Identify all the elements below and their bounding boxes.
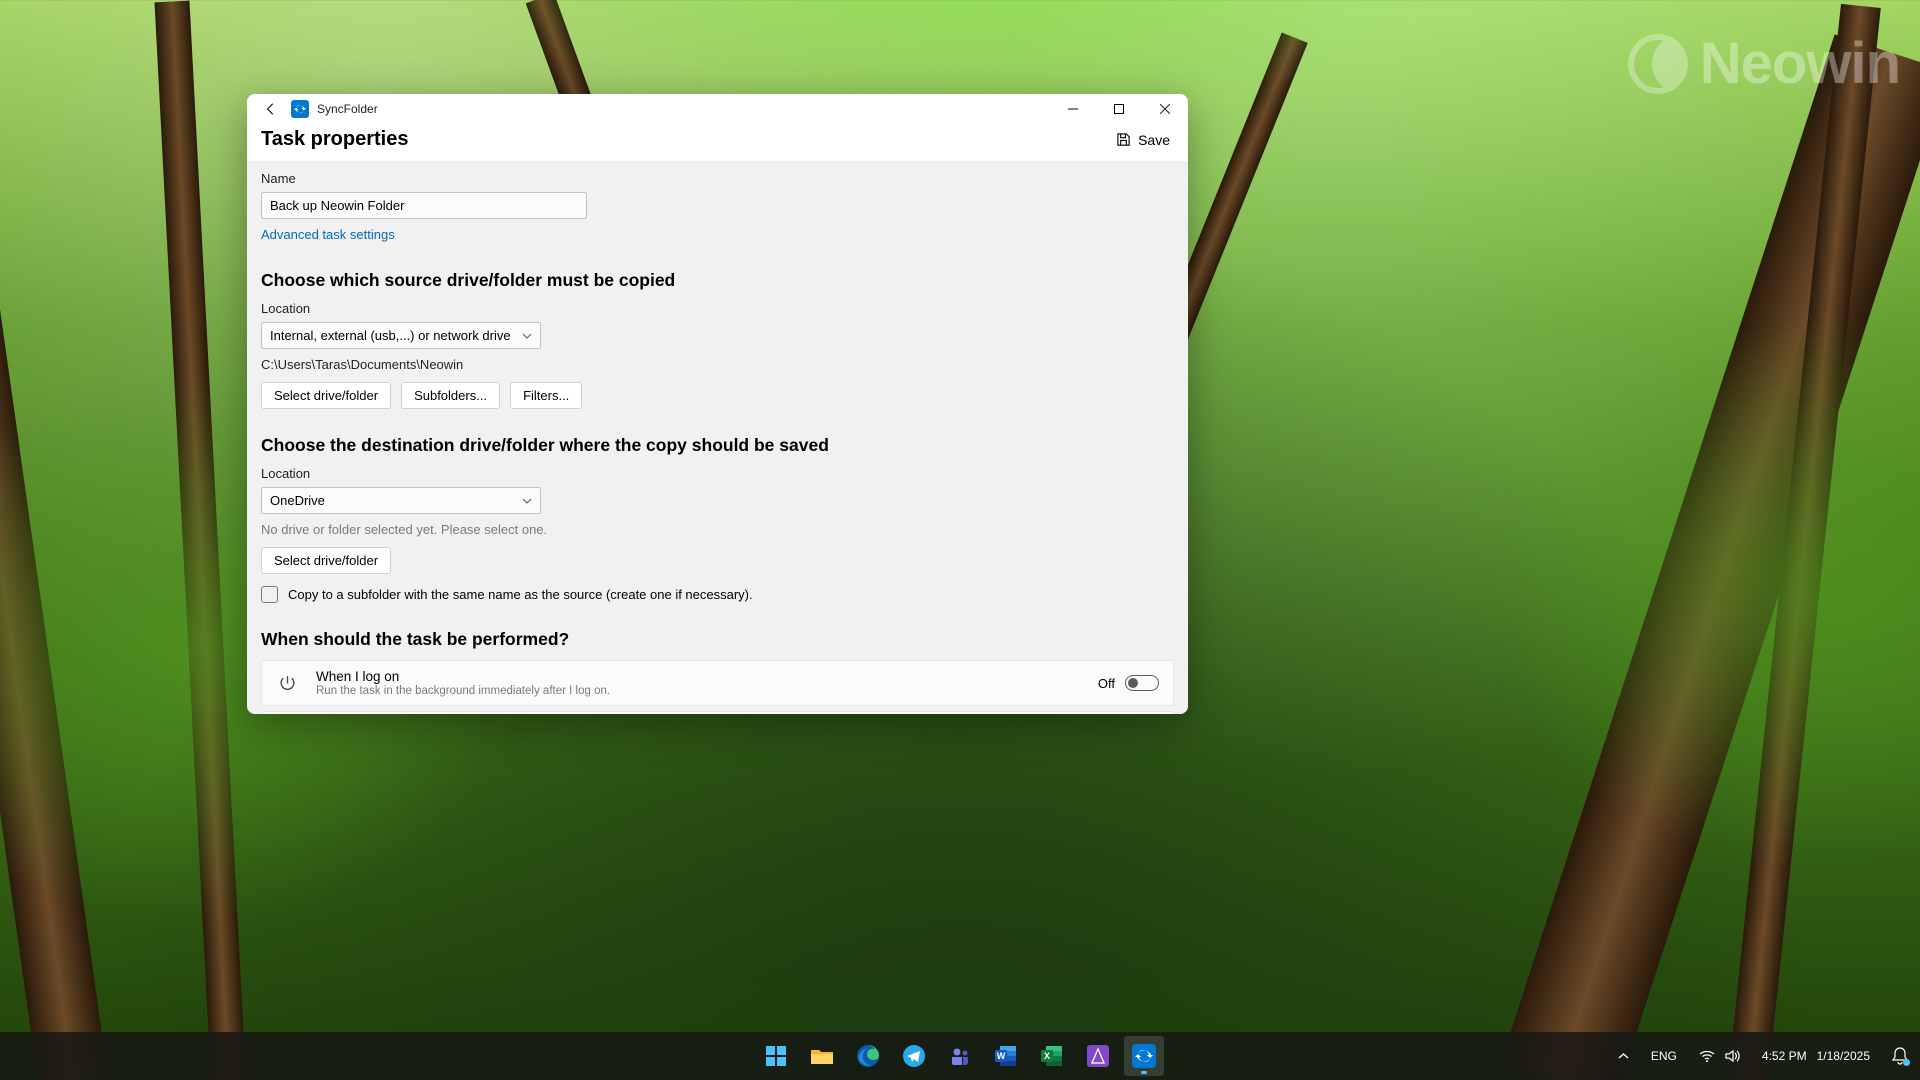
destination-heading: Choose the destination drive/folder wher… bbox=[261, 435, 1174, 456]
file-explorer-icon[interactable] bbox=[802, 1036, 842, 1076]
save-icon bbox=[1116, 132, 1131, 147]
app-icon bbox=[291, 100, 309, 118]
trigger-logon: When I log on Run the task in the backgr… bbox=[261, 660, 1174, 706]
titlebar: SyncFolder bbox=[247, 94, 1188, 124]
trigger-title: When I log on bbox=[316, 669, 1080, 684]
tray-overflow[interactable] bbox=[1614, 1051, 1633, 1062]
minimize-button[interactable] bbox=[1050, 94, 1096, 124]
select-source-folder-button[interactable]: Select drive/folder bbox=[261, 382, 391, 409]
page-title: Task properties bbox=[261, 128, 408, 151]
destination-location-label: Location bbox=[261, 466, 1174, 481]
svg-text:W: W bbox=[997, 1051, 1006, 1061]
filters-button[interactable]: Filters... bbox=[510, 382, 582, 409]
syncfolder-taskbar-icon[interactable] bbox=[1124, 1036, 1164, 1076]
telegram-icon[interactable] bbox=[894, 1036, 934, 1076]
copy-subfolder-label: Copy to a subfolder with the same name a… bbox=[288, 587, 753, 602]
system-tray[interactable] bbox=[1695, 1049, 1744, 1063]
subfolders-button[interactable]: Subfolders... bbox=[401, 382, 500, 409]
trigger-time: At a certain time Run the task automatic… bbox=[261, 711, 1174, 714]
destination-hint: No drive or folder selected yet. Please … bbox=[261, 522, 1174, 537]
destination-location-select[interactable]: OneDrive bbox=[261, 487, 541, 514]
start-button[interactable] bbox=[756, 1036, 796, 1076]
advanced-settings-link[interactable]: Advanced task settings bbox=[261, 227, 395, 242]
maximize-button[interactable] bbox=[1096, 94, 1142, 124]
chevron-down-icon bbox=[522, 331, 532, 341]
clock[interactable]: 4:52 PM 1/18/2025 bbox=[1758, 1049, 1874, 1063]
taskbar: W X ENG 4:52 PM 1/18/2025 bbox=[0, 1032, 1920, 1080]
language-indicator[interactable]: ENG bbox=[1647, 1049, 1681, 1063]
svg-text:X: X bbox=[1044, 1051, 1050, 1061]
affinity-icon[interactable] bbox=[1078, 1036, 1118, 1076]
source-path: C:\Users\Taras\Documents\Neowin bbox=[261, 357, 1174, 372]
app-window: SyncFolder Task properties Save Name Adv… bbox=[247, 94, 1188, 714]
source-location-select[interactable]: Internal, external (usb,...) or network … bbox=[261, 322, 541, 349]
task-name-input[interactable] bbox=[261, 192, 587, 219]
notifications-button[interactable] bbox=[1888, 1047, 1912, 1065]
name-label: Name bbox=[261, 171, 1174, 186]
word-icon[interactable]: W bbox=[986, 1036, 1026, 1076]
chevron-down-icon bbox=[522, 496, 532, 506]
watermark: Neowin bbox=[1626, 30, 1900, 97]
select-destination-folder-button[interactable]: Select drive/folder bbox=[261, 547, 391, 574]
trigger-desc: Run the task in the background immediate… bbox=[316, 685, 1080, 697]
edge-icon[interactable] bbox=[848, 1036, 888, 1076]
teams-icon[interactable] bbox=[940, 1036, 980, 1076]
wifi-icon bbox=[1699, 1049, 1715, 1063]
save-button[interactable]: Save bbox=[1116, 132, 1170, 148]
excel-icon[interactable]: X bbox=[1032, 1036, 1072, 1076]
volume-icon bbox=[1725, 1049, 1740, 1063]
trigger-logon-toggle[interactable] bbox=[1125, 675, 1159, 691]
close-button[interactable] bbox=[1142, 94, 1188, 124]
app-name: SyncFolder bbox=[317, 102, 378, 116]
source-location-label: Location bbox=[261, 301, 1174, 316]
source-heading: Choose which source drive/folder must be… bbox=[261, 270, 1174, 291]
back-button[interactable] bbox=[255, 102, 287, 116]
schedule-heading: When should the task be performed? bbox=[261, 629, 1174, 650]
toggle-state: Off bbox=[1098, 676, 1115, 691]
power-icon bbox=[276, 675, 298, 692]
content-scroll[interactable]: Name Advanced task settings Choose which… bbox=[247, 161, 1188, 714]
copy-subfolder-checkbox[interactable] bbox=[261, 586, 278, 603]
